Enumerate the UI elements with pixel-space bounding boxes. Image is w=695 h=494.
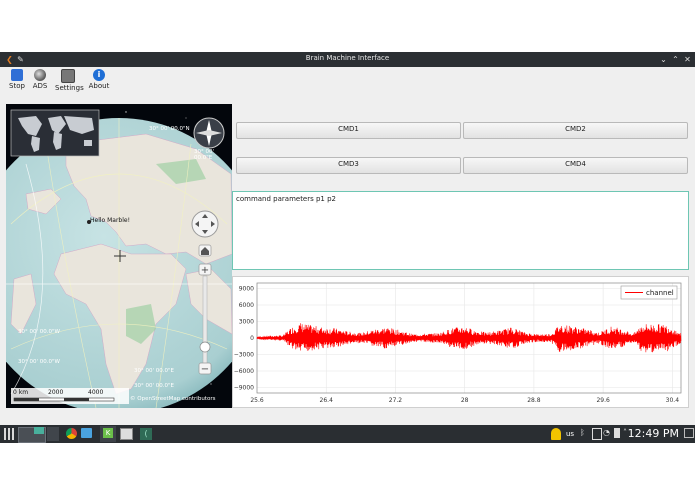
y-tick-label: −3000 [234,352,254,359]
terminal-icon[interactable] [120,428,133,440]
settings-button[interactable]: Settings [55,69,84,92]
notification-icon[interactable] [551,428,561,440]
taskbar: K ( us ᛒ ◔ ˄ 12:49 PM [0,425,695,443]
gear-icon [61,69,75,83]
globe-map[interactable]: + − Hello Marble! 30° 00' 00.0"N 30° 00'… [6,104,232,408]
pager-window-icon [34,427,44,434]
file-manager-icon[interactable] [81,428,92,438]
stop-icon [11,69,23,81]
scale-label-2000: 2000 [48,389,64,396]
cmd4-button[interactable]: CMD4 [463,157,688,174]
about-button[interactable]: i About [86,69,112,90]
chevron-up-icon[interactable]: ⌃ [670,54,681,65]
keyboard-layout-label[interactable]: us [566,430,574,438]
y-tick-label: −9000 [234,385,254,392]
bmi-app-icon[interactable]: ( [140,428,152,440]
info-icon: i [93,69,105,81]
chevron-down-icon[interactable]: ⌄ [658,54,669,65]
qt-creator-icon: K [103,428,113,438]
ads-icon [34,69,46,81]
show-desktop-icon[interactable] [684,428,694,438]
y-tick-label: −6000 [234,368,254,375]
y-tick-label: 3000 [239,319,254,326]
pager-desktop-2[interactable] [47,427,59,441]
window-titlebar: ❮ ✎ Brain Machine Interface ⌄ ⌃ ✕ [0,52,695,67]
y-tick-label: 6000 [239,302,254,309]
about-label: About [88,82,110,90]
settings-label: Settings [55,84,84,92]
cmd2-button[interactable]: CMD2 [463,122,688,139]
coord-label-top: 30° 00' 00.0"N [149,126,190,132]
coord-label-right: 30° 00' 00.0"E [194,149,215,161]
signal-plot[interactable]: 9000 6000 3000 0 −3000 −6000 −9000 25.6 26.4 27.2… [232,276,689,408]
network-icon[interactable]: ◔ [603,428,610,440]
coord-label-bottom-right: 30° 00' 00.0"E [134,368,175,374]
x-tick-label: 29.6 [596,397,610,404]
x-tick-label: 28.8 [527,397,541,404]
x-tick-label: 27.2 [389,397,403,404]
x-tick-label: 28 [461,397,469,404]
coord-label-left-top: 30° 00' 00.0"W [18,329,60,335]
scale-bar [11,388,129,404]
svg-text:+: + [201,265,209,276]
cmd1-button[interactable]: CMD1 [236,122,461,139]
legend-label: channel [646,289,674,297]
battery-icon[interactable] [614,428,620,438]
placemark-label: Hello Marble! [90,217,131,224]
close-icon[interactable]: ✕ [682,54,693,65]
scale-label-0: 0 km [13,389,29,396]
series-line [256,323,682,353]
x-tick-label: 26.4 [320,397,334,404]
ads-button[interactable]: ADS [27,69,53,90]
command-parameters-textarea[interactable]: command parameters p1 p2 [232,191,689,270]
zoom-slider[interactable] [202,275,208,367]
cmd3-button[interactable]: CMD3 [236,157,461,174]
plot-svg: 9000 6000 3000 0 −3000 −6000 −9000 25.6 26.4 27.2… [234,282,682,404]
chrome-icon[interactable] [66,428,77,439]
bluetooth-icon[interactable]: ᛒ [580,428,585,440]
y-tick-label: 0 [250,335,254,342]
x-tick-label: 30.4 [666,397,680,404]
clipboard-icon[interactable] [592,428,602,440]
window-title: Brain Machine Interface [305,54,390,62]
attribution-label: © OpenStreetMap contributors [130,396,216,402]
zoom-handle[interactable] [199,341,211,353]
coord-label-left-bottom: 30° 00' 00.0"W [18,359,60,365]
coord-label-bottom: 30° 00' 00.0"E [134,383,175,389]
ads-label: ADS [32,82,48,90]
svg-text:−: − [201,364,209,375]
app-launcher-icon[interactable] [4,428,14,440]
y-tick-label: 9000 [239,286,254,293]
command-parameters-text: command parameters p1 p2 [236,195,337,203]
scale-label-4000: 4000 [88,389,104,396]
x-tick-label: 25.6 [250,397,264,404]
tray-expand-icon[interactable]: ˄ [623,428,627,440]
clock[interactable]: 12:49 PM [628,427,679,440]
